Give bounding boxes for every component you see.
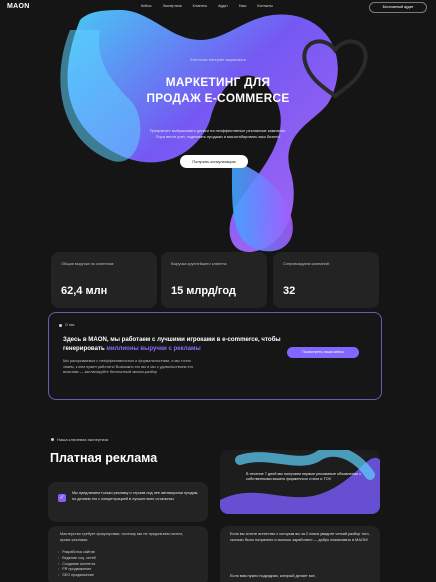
menu-item-team[interactable]: Наш — [239, 4, 246, 8]
about-card: О нас Здесь в MAON, мы работаем с лучшим… — [48, 312, 382, 400]
about-title-highlight: миллионы выручки с рекламы — [106, 344, 201, 352]
main-menu: Кейсы Экспертиза Клиенты Аудит Наш Конта… — [141, 4, 273, 8]
stat-label: Выручка крупнейшего клиента: — [171, 261, 228, 266]
stat-label: Общая выручка по клиентам: — [61, 261, 115, 266]
list-item: Ведение соц. сетей — [58, 556, 95, 562]
menu-item-expertise[interactable]: Экспертиза — [162, 4, 181, 8]
stat-card-revenue: Общая выручка по клиентам: 62,4 млн — [51, 252, 157, 308]
hero-title-line2: ПРОДАЖ E-COMMERCE — [146, 91, 290, 105]
check-icon: ✓ — [58, 494, 66, 502]
focus-text: Мастерство требует фокусировки, поэтому … — [60, 532, 184, 542]
first-ads-card: В течение 7 дней мы получаем первые рекл… — [220, 450, 380, 514]
about-description: Мы раскрываемся с неэффективностью и фор… — [63, 359, 194, 375]
menu-item-clients[interactable]: Клиенты — [193, 4, 207, 8]
hero-title-line1: МАРКЕТИНГ ДЛЯ — [165, 75, 271, 89]
hero-description: Прекратите выбрасывать деньги на неэффек… — [0, 128, 436, 140]
expertise-tag-text: Наша ключевая экспертиза — [57, 437, 109, 442]
first-ads-text: В течение 7 дней мы получаем первые рекл… — [246, 472, 362, 482]
expertise-tag: Наша ключевая экспертиза — [51, 437, 108, 442]
hero-desc-line2: Пора вести учет, поднимать продажи и мас… — [155, 134, 281, 139]
menu-item-contacts[interactable]: Контакты — [257, 4, 273, 8]
stats-row: Общая выручка по клиентам: 62,4 млн Выру… — [51, 252, 379, 308]
focus-card: Мастерство требует фокусировки, поэтому … — [48, 526, 208, 582]
hero-subtitle: Агентство интернет-маркетинга — [190, 58, 246, 62]
stat-card-largest-client: Выручка крупнейшего клиента: 15 млрд/год — [161, 252, 267, 308]
contractor-text: Если вам нужно подрядчик, который делает… — [230, 574, 316, 578]
list-item: Разработка сайтов — [58, 550, 96, 556]
excluded-services-list: Разработка сайтов Ведение соц. сетей Соз… — [58, 550, 96, 579]
menu-item-audit[interactable]: Аудит — [218, 4, 228, 8]
transparency-card: Если вы хотите агентство с которым вы за… — [220, 526, 380, 582]
hero-section: Агентство интернет-маркетинга МАРКЕТИНГ … — [0, 14, 436, 252]
stat-value: 32 — [283, 285, 296, 297]
page-frame: MAON Кейсы Экспертиза Клиенты Аудит Наш … — [0, 0, 436, 582]
stat-value: 62,4 млн — [61, 285, 108, 297]
stat-card-companies: Сопровождаем компаний: 32 — [273, 252, 379, 308]
brand-logo[interactable]: MAON — [7, 3, 30, 10]
view-cases-button[interactable]: Посмотреть наши кейсы — [287, 347, 359, 358]
about-title: Здесь в MAON, мы работаем с лучшими игро… — [63, 336, 297, 353]
about-tag: О нас — [65, 323, 75, 327]
top-navbar: MAON Кейсы Экспертиза Клиенты Аудит Наш … — [0, 0, 436, 14]
stat-label: Сопровождаем компаний: — [283, 261, 330, 266]
consultation-button[interactable]: Получить консультацию — [180, 155, 248, 168]
transparency-text: Если вы хотите агентство с которым вы за… — [230, 532, 370, 542]
bullet-dot-icon — [59, 324, 62, 327]
stat-value: 15 млрд/год — [171, 285, 236, 297]
menu-item-cases[interactable]: Кейсы — [141, 4, 151, 8]
ads-only-text: Мы предлагаем только рекламу и строим по… — [72, 491, 199, 501]
list-item: SEO продвижение — [58, 573, 96, 579]
section-title: Платная реклама — [50, 451, 158, 465]
bullet-dot-icon — [51, 438, 54, 442]
free-audit-button[interactable]: Бесплатный аудит — [369, 2, 427, 13]
hero-title: МАРКЕТИНГ ДЛЯ ПРОДАЖ E-COMMERCE — [0, 74, 436, 106]
ads-only-card: ✓ Мы предлагаем только рекламу и строим … — [48, 482, 208, 522]
